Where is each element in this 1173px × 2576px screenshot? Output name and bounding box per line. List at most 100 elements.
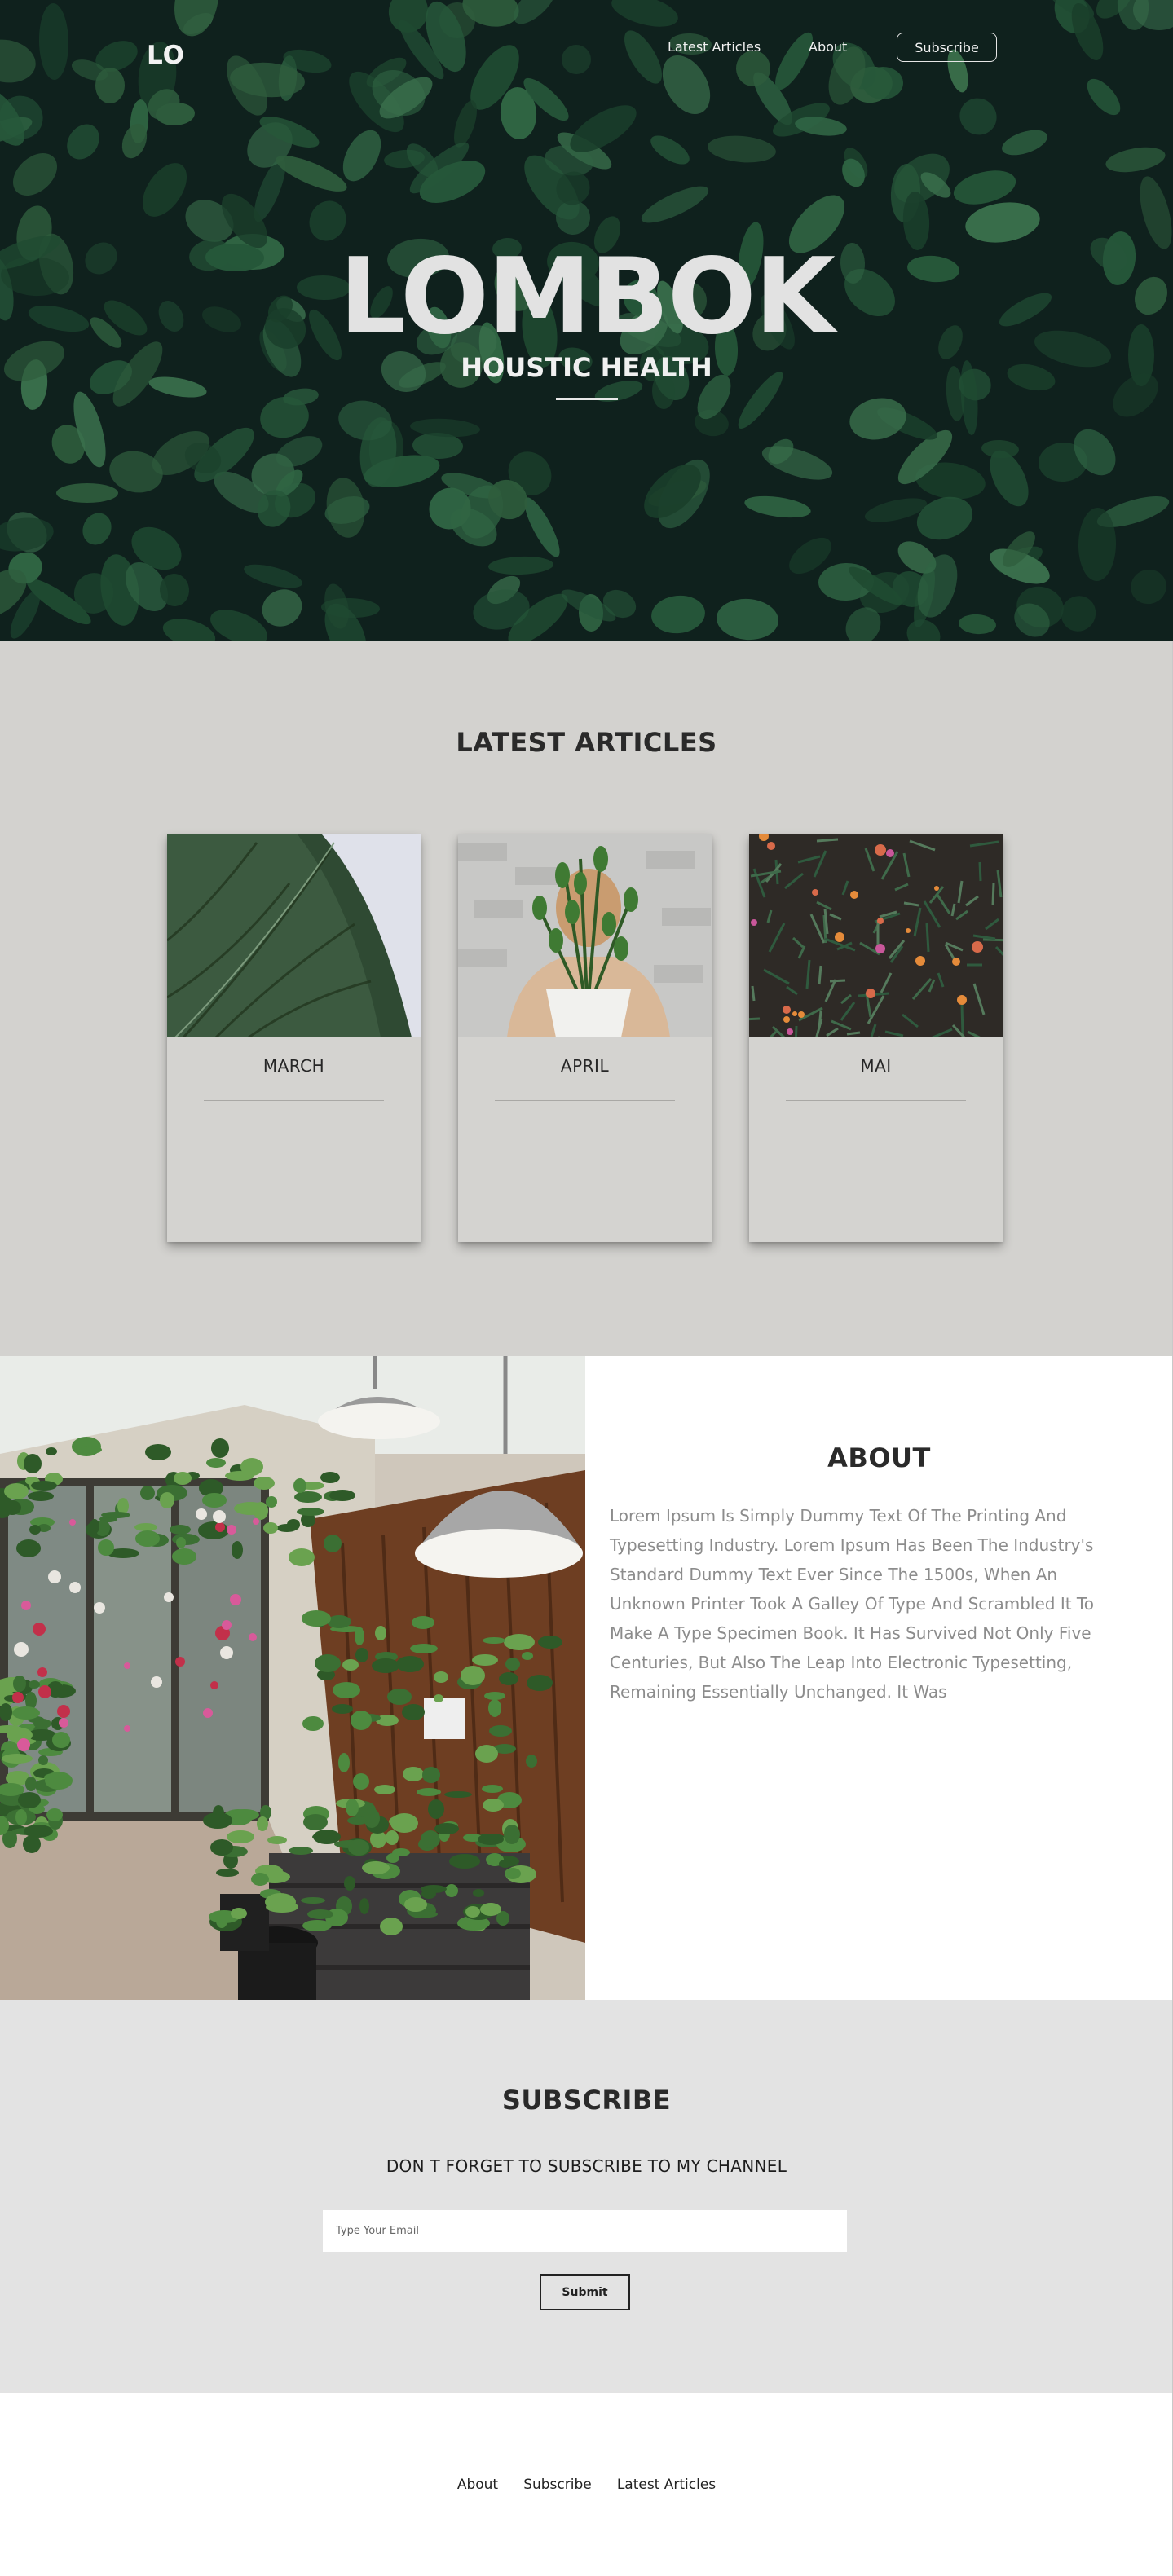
article-card-label: MARCH <box>262 1056 325 1076</box>
shop-flower <box>249 1633 257 1641</box>
shop-plant-leaf <box>445 1884 458 1897</box>
footer-link-subscribe[interactable]: Subscribe <box>523 2477 592 2493</box>
shop-plant-leaf <box>355 1627 364 1645</box>
shop-plant-leaf <box>24 1825 53 1838</box>
shop-plant-leaf <box>301 1897 325 1904</box>
article-card-mai[interactable]: MAI <box>749 834 1003 1242</box>
shop-plant-leaf <box>302 1610 331 1627</box>
shop-plant-leaf <box>389 1816 412 1827</box>
bush-leaf <box>818 965 822 985</box>
nav-link-latest-articles[interactable]: Latest Articles <box>668 39 761 55</box>
submit-button[interactable]: Submit <box>540 2274 630 2310</box>
shop-plant-leaf <box>145 1444 171 1460</box>
shop-plant-leaf <box>134 1523 157 1531</box>
shop-flower <box>21 1601 31 1610</box>
site-logo[interactable]: LO <box>147 41 185 70</box>
shop-plant-leaf <box>25 1777 37 1791</box>
shop-plant-leaf <box>428 1799 444 1819</box>
shop-plant-leaf <box>16 1539 41 1557</box>
shop-plant-leaf <box>232 1541 243 1559</box>
shop-plant-leaf <box>307 1909 333 1919</box>
shop-plant-leaf <box>375 1626 386 1640</box>
shop-plant-leaf <box>170 1525 191 1535</box>
shop-plant-leaf <box>505 1658 520 1671</box>
shop-flower <box>59 1718 68 1728</box>
shop-plant-leaf <box>320 1472 340 1483</box>
shop-flower <box>222 1620 232 1630</box>
shop-plant-leaf <box>342 1659 359 1671</box>
article-card-april[interactable]: APRIL <box>458 834 712 1242</box>
shop-flower <box>196 1508 207 1520</box>
shop-plant-leaf <box>202 1493 227 1508</box>
shop-flower <box>151 1676 162 1688</box>
shop-plant-leaf <box>251 1873 269 1886</box>
shop-plant-leaf <box>3 1500 21 1515</box>
shop-plant-leaf <box>227 1830 254 1843</box>
shop-flower <box>210 1681 218 1689</box>
shop-plant-leaf <box>216 1869 239 1877</box>
shop-plant-leaf <box>46 1808 63 1821</box>
bush-leaf <box>925 923 930 953</box>
shop-plant-leaf <box>15 1809 27 1825</box>
footer: About Subscribe Latest Articles <box>0 2393 1173 2576</box>
hero-title: LOMBOK <box>339 236 836 358</box>
shop-plant-leaf <box>338 1753 350 1772</box>
shop-plant-leaf <box>29 1680 40 1689</box>
shop-plant-leaf <box>374 1785 395 1794</box>
shop-flower <box>124 1662 130 1669</box>
shop-flower <box>57 1705 70 1718</box>
shop-plant-leaf <box>211 1438 229 1458</box>
shop-plant-leaf <box>289 1847 313 1855</box>
shop-plant-leaf <box>198 1521 229 1539</box>
shop-plant-leaf <box>444 1791 472 1798</box>
shop-plant-leaf <box>267 1836 287 1844</box>
footer-link-about[interactable]: About <box>457 2477 498 2493</box>
article-card-march[interactable]: MARCH <box>167 834 421 1242</box>
bush-flower <box>972 941 983 953</box>
latest-articles-title: LATEST ARTICLES <box>456 727 717 758</box>
shop-plant-leaf <box>312 1833 338 1841</box>
top-navigation: LO Latest Articles About Subscribe <box>0 33 1173 70</box>
bush-flower <box>877 918 884 924</box>
shop-plant-leaf <box>263 1522 278 1534</box>
shop-plant-leaf <box>297 1508 324 1516</box>
shop-plant-leaf <box>461 1666 485 1685</box>
shop-plant-leaf <box>421 1889 436 1899</box>
shop-plant-leaf <box>351 1711 372 1730</box>
shop-plant-leaf <box>372 1658 399 1673</box>
shop-plant-leaf <box>489 1725 512 1737</box>
bush-flower <box>915 956 925 966</box>
shop-plant-leaf <box>293 1478 306 1493</box>
shop-plant-leaf <box>538 1636 562 1649</box>
shop-plant-leaf <box>210 1839 233 1856</box>
nav-link-about[interactable]: About <box>809 39 847 55</box>
bush-flower <box>798 1011 805 1018</box>
footer-link-latest-articles[interactable]: Latest Articles <box>617 2477 716 2493</box>
shop-plant-leaf <box>52 1732 70 1748</box>
subscribe-subtitle: DON T FORGET TO SUBSCRIBE TO MY CHANNEL <box>386 2156 787 2176</box>
bush-flower <box>783 1016 790 1023</box>
shop-plant-leaf <box>294 1491 322 1503</box>
bush-leaf <box>829 979 846 983</box>
shop-flower <box>37 1667 47 1677</box>
shop-plant-leaf <box>160 1492 174 1508</box>
shop-plant-leaf <box>23 1835 41 1853</box>
shop-flower <box>213 1510 226 1523</box>
bush-leaf <box>816 838 839 843</box>
email-input[interactable] <box>323 2210 847 2252</box>
nav-subscribe-button[interactable]: Subscribe <box>897 33 997 62</box>
shop-plant-leaf <box>449 1854 480 1869</box>
shop-plant-leaf <box>45 1772 73 1790</box>
person-holding-potted-plant-image <box>458 834 712 1037</box>
shop-plant-leaf <box>526 1755 537 1768</box>
shop-plant-leaf <box>302 1716 324 1731</box>
shop-plant-leaf <box>203 1812 232 1829</box>
shop-plant-leaf <box>303 1814 328 1830</box>
shop-plant-leaf <box>359 1898 369 1914</box>
bush-leaf <box>991 882 995 906</box>
shop-plant-leaf <box>101 1512 130 1518</box>
shop-plant-leaf <box>417 1788 441 1796</box>
shop-plant-leaf <box>505 1868 521 1879</box>
shop-plant-leaf <box>176 1537 186 1548</box>
shop-plant-leaf <box>475 1745 498 1763</box>
